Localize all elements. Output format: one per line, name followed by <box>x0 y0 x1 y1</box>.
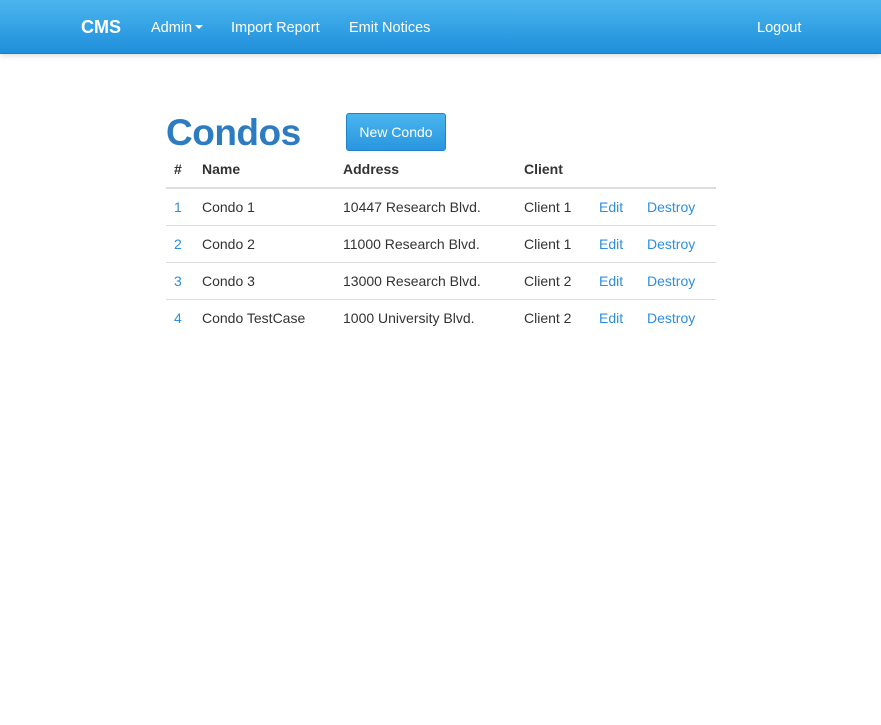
row-client: Client 1 <box>524 198 572 215</box>
row-destroy-cell: Destroy <box>639 224 716 262</box>
new-condo-button[interactable]: New Condo <box>346 113 446 151</box>
row-number-link[interactable]: 4 <box>166 298 194 336</box>
table-row: 1 Condo 1 10447 Research Blvd. Client 1 … <box>166 188 716 225</box>
nav-admin-label: Admin <box>151 20 193 36</box>
header-address: Address <box>335 151 516 189</box>
table-header-row: # Name Address Client <box>166 151 716 189</box>
row-name: Condo TestCase <box>194 298 335 336</box>
row-address: 11000 Research Blvd. <box>335 224 516 262</box>
destroy-link[interactable]: Destroy <box>647 273 695 289</box>
edit-link[interactable]: Edit <box>599 199 623 215</box>
row-client: Client 2 <box>516 261 591 299</box>
row-edit-cell: Edit <box>591 261 639 299</box>
row-destroy-cell: Destroy <box>639 298 716 336</box>
row-client: Client 2 <box>516 298 591 336</box>
edit-link[interactable]: Edit <box>599 236 623 252</box>
row-edit-cell: Edit <box>591 188 639 225</box>
header-client: Client <box>516 151 591 189</box>
edit-link[interactable]: Edit <box>599 273 623 289</box>
destroy-link[interactable]: Destroy <box>647 310 695 326</box>
row-address: 1000 University Blvd. <box>335 298 516 336</box>
header-name: Name <box>194 151 335 189</box>
row-name: Condo 1 <box>202 198 255 215</box>
edit-link[interactable]: Edit <box>599 310 623 326</box>
caret-down-icon <box>195 25 204 30</box>
row-number-link[interactable]: 1 <box>166 188 194 225</box>
table-row: 2 Condo 2 11000 Research Blvd. Client 1 … <box>166 224 716 262</box>
navbar: CMS Admin Import Report Emit Notices Log… <box>0 0 881 54</box>
table-row: 3 Condo 3 13000 Research Blvd. Client 2 … <box>166 261 716 299</box>
row-name: Condo 2 <box>194 224 335 262</box>
row-edit-cell: Edit <box>591 224 639 262</box>
destroy-link[interactable]: Destroy <box>647 236 695 252</box>
row-address: 13000 Research Blvd. <box>335 261 516 299</box>
row-name: Condo 3 <box>194 261 335 299</box>
row-client: Client 1 <box>516 224 591 262</box>
header-destroy-empty <box>639 151 716 189</box>
destroy-link[interactable]: Destroy <box>647 199 695 215</box>
table-row: 4 Condo TestCase 1000 University Blvd. C… <box>166 298 716 336</box>
condos-table: # Name Address Client 1 Condo 1 10447 Re… <box>166 151 716 336</box>
row-number-link[interactable]: 3 <box>166 261 194 299</box>
header-edit-empty <box>591 151 639 189</box>
brand-link[interactable]: CMS <box>81 17 121 37</box>
row-edit-cell: Edit <box>591 298 639 336</box>
row-address: 10447 Research Blvd. <box>343 198 481 215</box>
nav-emit-notices[interactable]: Emit Notices <box>349 19 430 37</box>
logout-link[interactable]: Logout <box>757 19 801 37</box>
nav-admin-dropdown[interactable]: Admin <box>151 19 204 37</box>
row-number-link[interactable]: 2 <box>166 224 194 262</box>
page-title: Condos <box>166 112 301 153</box>
nav-import-report[interactable]: Import Report <box>231 19 320 37</box>
row-destroy-cell: Destroy <box>639 188 716 225</box>
row-destroy-cell: Destroy <box>639 261 716 299</box>
header-number: # <box>166 151 194 189</box>
